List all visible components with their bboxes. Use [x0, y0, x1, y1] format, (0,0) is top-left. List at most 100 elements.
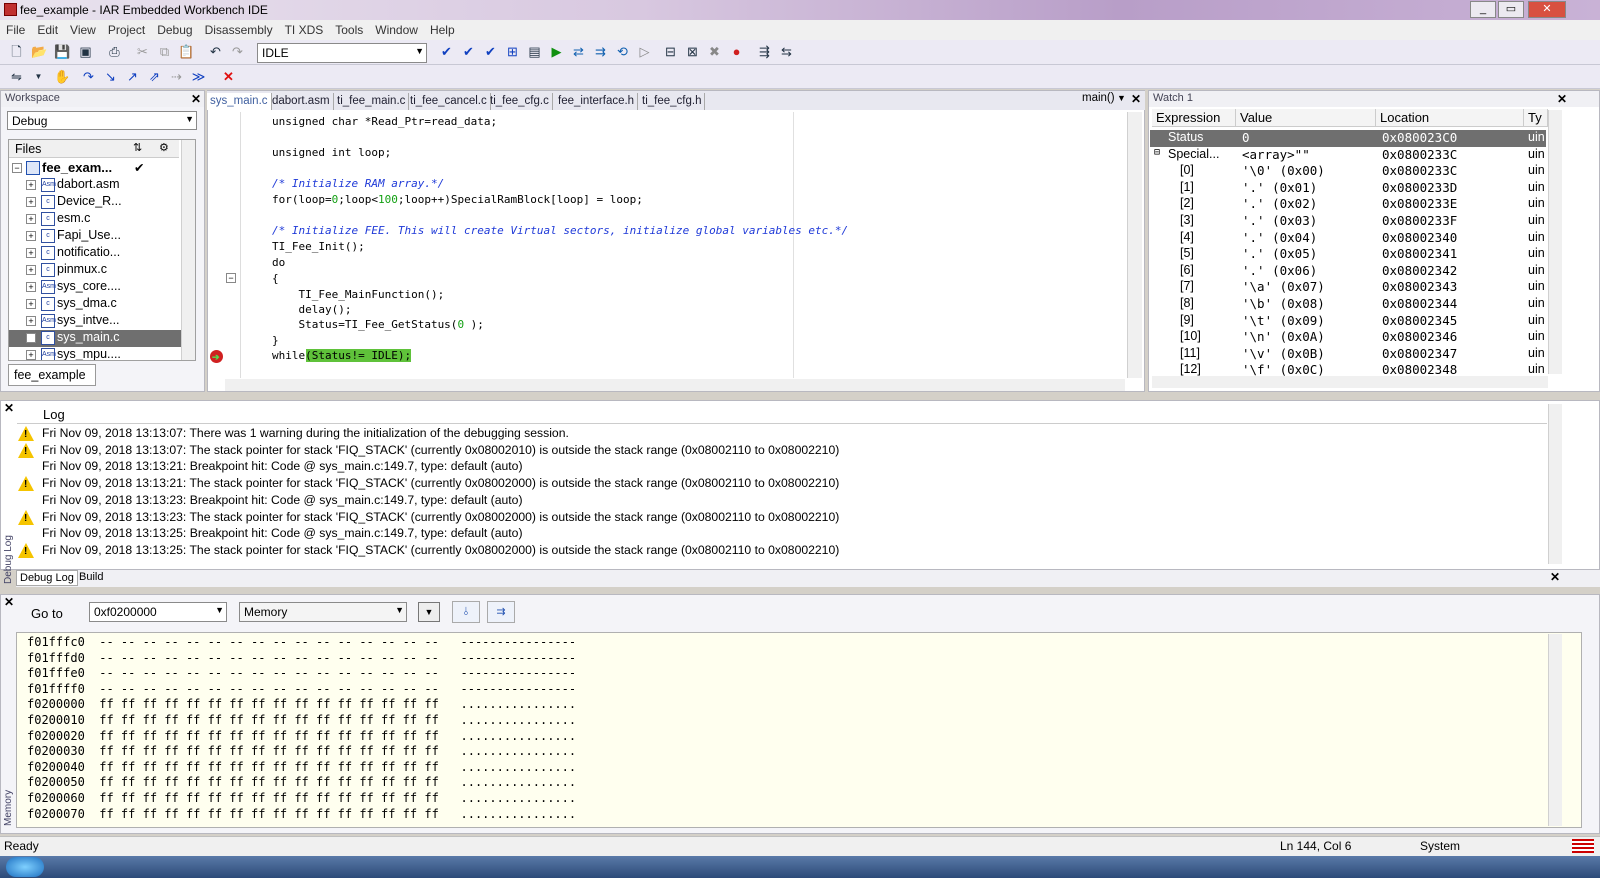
- memory-bytes[interactable]: ff ff ff ff ff ff ff ff ff ff ff ff ff f…: [99, 791, 439, 805]
- tree-file[interactable]: + c pinmux.c: [9, 262, 184, 279]
- expand-icon[interactable]: +: [26, 333, 36, 343]
- memory-bytes[interactable]: ff ff ff ff ff ff ff ff ff ff ff ff ff f…: [99, 729, 439, 743]
- collapse-icon[interactable]: ⊟: [1154, 147, 1160, 158]
- expand-icon[interactable]: +: [26, 265, 36, 275]
- watch-col-type[interactable]: Ty: [1524, 109, 1548, 127]
- expand-icon[interactable]: +: [26, 231, 36, 241]
- reset-icon[interactable]: ⇋: [8, 68, 25, 85]
- code-line[interactable]: /* Initialize RAM array.*/: [272, 177, 444, 190]
- step-over-icon[interactable]: ↷: [80, 68, 97, 85]
- tree-file[interactable]: + c sys_main.c: [9, 330, 184, 347]
- menu-edit[interactable]: Edit: [31, 20, 64, 40]
- workspace-tab[interactable]: fee_example: [8, 364, 96, 386]
- watch-col-value[interactable]: Value: [1236, 109, 1376, 127]
- watch-row[interactable]: [3] '.' (0x03) 0x0800233F uin: [1150, 213, 1546, 230]
- memory-row[interactable]: f01fffd0 -- -- -- -- -- -- -- -- -- -- -…: [27, 651, 576, 665]
- memory-bytes[interactable]: ff ff ff ff ff ff ff ff ff ff ff ff ff f…: [99, 744, 439, 758]
- memory-bytes[interactable]: -- -- -- -- -- -- -- -- -- -- -- -- -- -…: [99, 666, 439, 680]
- tree-file[interactable]: + Asm sys_mpu....: [9, 347, 184, 360]
- compile-icon[interactable]: ⇄: [570, 43, 587, 60]
- print-icon[interactable]: ⎙: [106, 43, 123, 60]
- watch-row[interactable]: [8] '\b' (0x08) 0x08002344 uin: [1150, 296, 1546, 313]
- tree-file[interactable]: + Asm sys_core....: [9, 279, 184, 296]
- new-file-icon[interactable]: 🗋: [8, 43, 25, 60]
- close-button[interactable]: ✕: [1528, 1, 1566, 18]
- watch-value[interactable]: '.' (0x02): [1242, 196, 1317, 211]
- expand-icon[interactable]: +: [26, 316, 36, 326]
- code-line[interactable]: unsigned int loop;: [272, 146, 391, 159]
- expand-icon[interactable]: +: [26, 180, 36, 190]
- tree-file[interactable]: + c sys_dma.c: [9, 296, 184, 313]
- goto-address-combo[interactable]: 0xf0200000 ▼: [89, 602, 227, 622]
- watch-row[interactable]: [7] '\a' (0x07) 0x08002343 uin: [1150, 279, 1546, 296]
- restart-icon[interactable]: ⇆: [778, 43, 795, 60]
- tree-file[interactable]: + c Device_R...: [9, 194, 184, 211]
- watch-value[interactable]: '.' (0x05): [1242, 246, 1317, 261]
- collapse-icon[interactable]: −: [12, 163, 22, 173]
- memory-row[interactable]: f0200000 ff ff ff ff ff ff ff ff ff ff f…: [27, 697, 576, 711]
- watch-row[interactable]: [5] '.' (0x05) 0x08002341 uin: [1150, 246, 1546, 263]
- watch-col-expression[interactable]: Expression: [1152, 109, 1236, 127]
- step-out-icon[interactable]: ↗: [124, 68, 141, 85]
- stop-debug-icon[interactable]: ✕: [220, 68, 237, 85]
- function-selector[interactable]: main(): [1082, 92, 1115, 104]
- memory-row[interactable]: f01ffff0 -- -- -- -- -- -- -- -- -- -- -…: [27, 682, 576, 696]
- memory-bytes[interactable]: ff ff ff ff ff ff ff ff ff ff ff ff ff f…: [99, 713, 439, 727]
- maximize-button[interactable]: ▭: [1498, 1, 1524, 18]
- make-icon[interactable]: ⇉: [592, 43, 609, 60]
- memory-row[interactable]: f0200070 ff ff ff ff ff ff ff ff ff ff f…: [27, 807, 576, 821]
- save-all-icon[interactable]: ▣: [77, 43, 94, 60]
- memory-row[interactable]: f0200060 ff ff ff ff ff ff ff ff ff ff f…: [27, 791, 576, 805]
- expand-icon[interactable]: +: [26, 214, 36, 224]
- find-in-files-icon[interactable]: ▤: [526, 43, 543, 60]
- step-into-icon[interactable]: ↘: [102, 68, 119, 85]
- watch-value[interactable]: '.' (0x03): [1242, 213, 1317, 228]
- memory-zone-combo[interactable]: Memory ▼: [239, 602, 407, 622]
- breakpoint-icon[interactable]: ●: [728, 43, 745, 60]
- rebuild-icon[interactable]: ⟲: [614, 43, 631, 60]
- save-icon[interactable]: 💾: [54, 43, 71, 60]
- memory-fill-icon[interactable]: ⫰: [452, 601, 480, 623]
- watch-row[interactable]: [11] '\v' (0x0B) 0x08002347 uin: [1150, 346, 1546, 363]
- paste-icon[interactable]: 📋: [178, 43, 195, 60]
- prev-bookmark-icon[interactable]: ✔: [482, 43, 499, 60]
- next-statement-icon[interactable]: ⇗: [146, 68, 163, 85]
- tree-file[interactable]: + c Fapi_Use...: [9, 228, 184, 245]
- memory-options-button[interactable]: ▼: [418, 602, 440, 622]
- memory-row[interactable]: f0200040 ff ff ff ff ff ff ff ff ff ff f…: [27, 760, 576, 774]
- menu-help[interactable]: Help: [424, 20, 461, 40]
- break-icon[interactable]: ✋: [54, 68, 71, 85]
- menu-window[interactable]: Window: [369, 20, 424, 40]
- config-combo[interactable]: IDLE ▼: [257, 43, 427, 63]
- memory-row[interactable]: f0200020 ff ff ff ff ff ff ff ff ff ff f…: [27, 729, 576, 743]
- debug-without-download-icon[interactable]: ✖: [706, 43, 723, 60]
- menu-tixds[interactable]: TI XDS: [279, 20, 330, 40]
- options-icon[interactable]: ⚙: [159, 141, 169, 154]
- code-line[interactable]: do: [272, 256, 285, 269]
- watch-value[interactable]: '.' (0x06): [1242, 263, 1317, 278]
- go-icon[interactable]: ▶: [548, 43, 565, 60]
- close-icon[interactable]: ✕: [1131, 92, 1141, 106]
- code-line[interactable]: Status=TI_Fee_GetStatus(0 );: [272, 318, 483, 331]
- code-line[interactable]: unsigned char *Read_Ptr=read_data;: [272, 115, 497, 128]
- watch-value[interactable]: '\a' (0x07): [1242, 279, 1325, 294]
- expand-icon[interactable]: +: [26, 299, 36, 309]
- tab-ti-fee-main-c[interactable]: ti_fee_main.c: [334, 93, 410, 110]
- code-line[interactable]: for(loop=0;loop<100;loop++)SpecialRamBlo…: [272, 193, 643, 206]
- redo-icon[interactable]: ↷: [229, 43, 246, 60]
- memory-bytes[interactable]: ff ff ff ff ff ff ff ff ff ff ff ff ff f…: [99, 807, 439, 821]
- watch-row[interactable]: Status 0 0x080023C0 uin: [1150, 130, 1546, 147]
- tree-file[interactable]: + Asm sys_intve...: [9, 313, 184, 330]
- run-to-cursor-icon[interactable]: ⇢: [168, 68, 185, 85]
- fold-icon[interactable]: −: [226, 273, 236, 283]
- minimize-button[interactable]: _: [1470, 1, 1496, 18]
- memory-save-icon[interactable]: ⇉: [487, 601, 515, 623]
- watch-value[interactable]: <array>"": [1242, 147, 1310, 162]
- log-vscroll[interactable]: [1548, 404, 1562, 564]
- files-scrollbar[interactable]: [181, 140, 195, 360]
- go-debug-icon[interactable]: ≫: [190, 68, 207, 85]
- code-line[interactable]: }: [272, 334, 279, 347]
- start-button[interactable]: [6, 857, 44, 877]
- watch-value[interactable]: '\v' (0x0B): [1242, 346, 1325, 361]
- watch-vscroll[interactable]: [1548, 110, 1562, 374]
